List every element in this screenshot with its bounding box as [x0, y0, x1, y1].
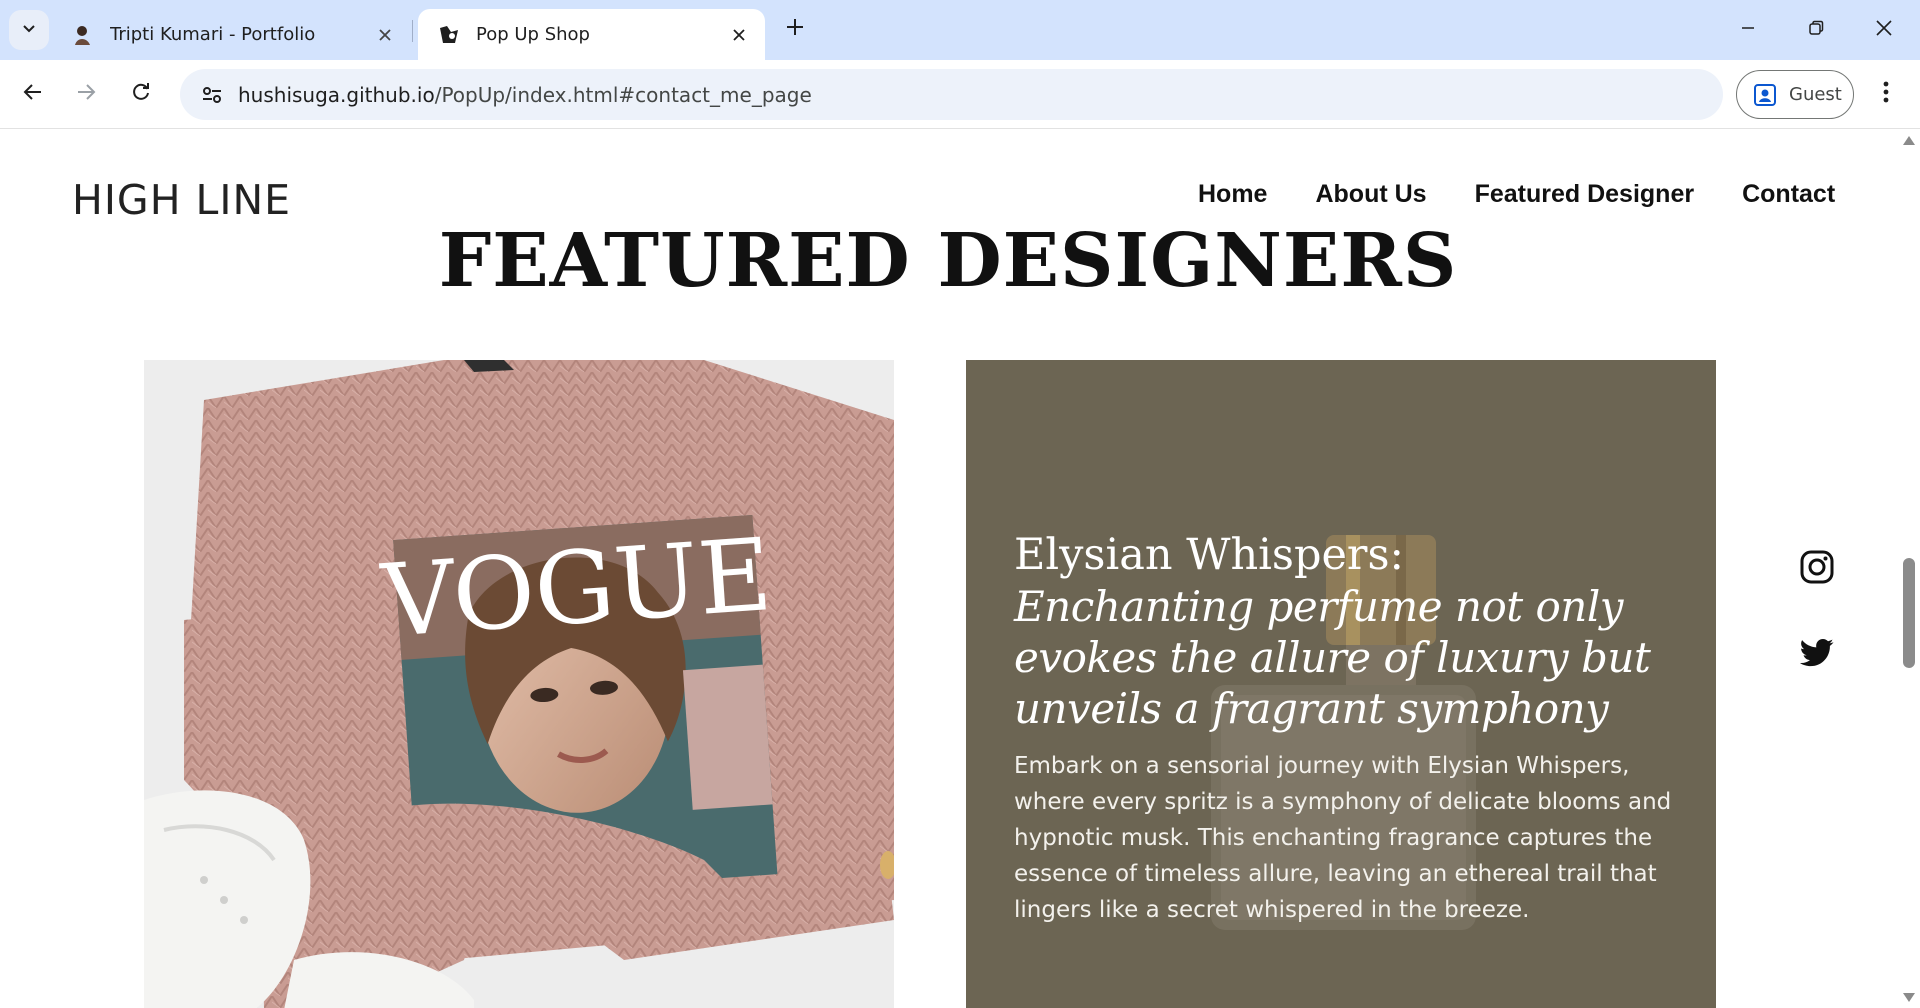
- forward-button[interactable]: [65, 73, 107, 115]
- scroll-up-arrow-icon[interactable]: [1903, 136, 1915, 145]
- restore-button[interactable]: [1782, 0, 1850, 60]
- perfume-text-block: Elysian Whispers: Enchanting perfume not…: [1014, 530, 1674, 928]
- reload-icon: [131, 82, 151, 106]
- featured-perfume-card: Elysian Whispers: Enchanting perfume not…: [966, 360, 1716, 1008]
- new-tab-button[interactable]: [776, 10, 814, 48]
- profile-label: Guest: [1789, 84, 1842, 105]
- plus-icon: [786, 18, 804, 40]
- nav-link-contact[interactable]: Contact: [1742, 180, 1835, 209]
- reload-button[interactable]: [120, 73, 162, 115]
- url-text: hushisuga.github.io/PopUp/index.html#con…: [238, 83, 812, 107]
- tab-search-button[interactable]: [9, 10, 49, 50]
- close-icon: [1875, 19, 1893, 41]
- profile-button[interactable]: Guest: [1736, 70, 1854, 119]
- browser-menu-button[interactable]: [1866, 74, 1906, 114]
- browser-toolbar: hushisuga.github.io/PopUp/index.html#con…: [0, 60, 1920, 129]
- perfume-description: Embark on a sensorial journey with Elysi…: [1014, 753, 1672, 923]
- url-host: hushisuga.github.io: [238, 82, 435, 107]
- instagram-icon[interactable]: [1798, 548, 1836, 586]
- twitter-icon[interactable]: [1798, 634, 1836, 672]
- close-icon[interactable]: [373, 23, 397, 47]
- browser-tabstrip: Tripti Kumari - Portfolio Pop Up Shop: [0, 0, 1920, 60]
- nav-link-featured-designer[interactable]: Featured Designer: [1475, 180, 1695, 209]
- scrollbar-thumb[interactable]: [1903, 558, 1915, 668]
- shop-favicon-icon: [436, 22, 462, 48]
- address-bar[interactable]: hushisuga.github.io/PopUp/index.html#con…: [180, 69, 1723, 120]
- site-info-icon[interactable]: [186, 69, 238, 120]
- site-nav: Home About Us Featured Designer Contact: [1198, 180, 1835, 209]
- section-title: FEATURED DESIGNERS: [438, 218, 1458, 304]
- tab-separator: [412, 20, 413, 42]
- portfolio-favicon-icon: [70, 22, 96, 48]
- guest-profile-icon: [1753, 83, 1777, 107]
- page-scrollbar[interactable]: [1898, 130, 1920, 1008]
- close-window-button[interactable]: [1850, 0, 1918, 60]
- close-icon[interactable]: [727, 23, 751, 47]
- page-viewport: HIGH LINE Home About Us Featured Designe…: [0, 130, 1920, 1008]
- scroll-down-arrow-icon[interactable]: [1903, 993, 1915, 1002]
- tab-portfolio[interactable]: Tripti Kumari - Portfolio: [52, 9, 411, 60]
- tab-pop-up-shop[interactable]: Pop Up Shop: [418, 9, 765, 60]
- arrow-left-icon: [23, 82, 43, 106]
- nav-link-about-us[interactable]: About Us: [1315, 180, 1426, 209]
- chevron-down-icon: [21, 20, 37, 40]
- minimize-icon: [1740, 20, 1756, 40]
- nav-link-home[interactable]: Home: [1198, 180, 1267, 209]
- back-button[interactable]: [12, 73, 54, 115]
- perfume-subheading: Enchanting perfume not only evokes the a…: [1014, 582, 1651, 733]
- tab-title: Pop Up Shop: [476, 24, 590, 45]
- url-path: /PopUp/index.html#contact_me_page: [434, 82, 812, 107]
- more-vertical-icon: [1883, 81, 1889, 107]
- arrow-right-icon: [76, 82, 96, 106]
- tab-title: Tripti Kumari - Portfolio: [110, 24, 316, 45]
- site-brand[interactable]: HIGH LINE: [72, 176, 291, 224]
- minimize-button[interactable]: [1714, 0, 1782, 60]
- restore-icon: [1808, 20, 1824, 40]
- perfume-heading: Elysian Whispers:: [1014, 530, 1405, 580]
- designer-photo-sweater: VOGUE: [144, 360, 894, 1008]
